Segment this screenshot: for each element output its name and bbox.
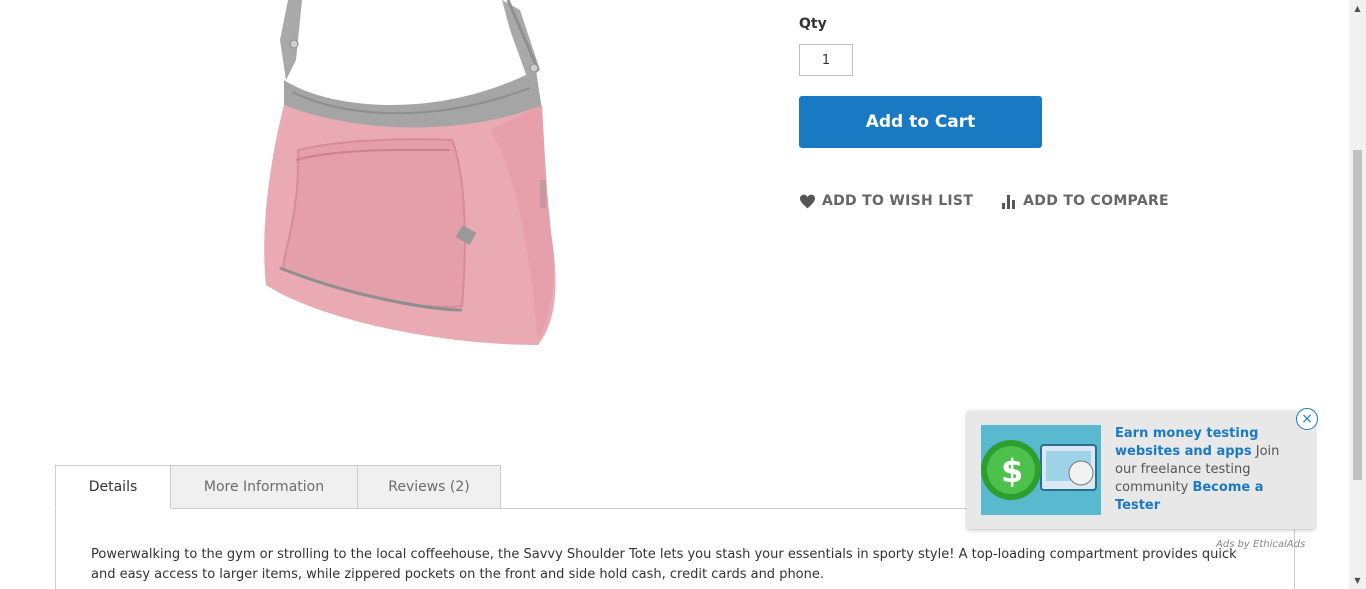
tab-more-information[interactable]: More Information xyxy=(170,465,358,509)
tab-reviews[interactable]: Reviews (2) xyxy=(357,465,501,509)
qty-label: Qty xyxy=(799,16,827,32)
svg-text:$: $ xyxy=(1001,452,1023,490)
scroll-up-arrow-icon[interactable]: ▲ xyxy=(1349,0,1366,17)
ad-text: Earn money testing websites and apps Joi… xyxy=(1115,425,1300,515)
ad-attribution-link[interactable]: Ads by EthicalAds xyxy=(1216,539,1305,550)
ad-headline-link[interactable]: Earn money testing websites and apps xyxy=(1115,426,1258,459)
compare-label: Add to Compare xyxy=(1023,193,1169,209)
scroll-thumb[interactable] xyxy=(1353,150,1362,480)
product-description: Powerwalking to the gym or strolling to … xyxy=(91,547,1237,582)
add-to-compare-link[interactable]: Add to Compare xyxy=(1001,193,1169,209)
vertical-scrollbar[interactable]: ▲ ▼ xyxy=(1349,0,1366,589)
ethical-ad: × $ Earn money testing websites and apps… xyxy=(967,408,1318,529)
product-page: Qty Add to Cart Add to Wish List Add to … xyxy=(0,0,1366,589)
tab-details[interactable]: Details xyxy=(55,465,171,509)
bar-chart-icon xyxy=(1001,194,1017,209)
heart-icon xyxy=(799,194,816,209)
qty-input[interactable] xyxy=(799,44,853,76)
wishlist-label: Add to Wish List xyxy=(822,193,974,209)
ad-image[interactable]: $ xyxy=(981,425,1101,515)
product-image xyxy=(240,0,580,360)
product-info-tabs: Details More Information Reviews (2) xyxy=(55,465,501,509)
product-actions: Add to Wish List Add to Compare xyxy=(799,193,1169,209)
add-to-cart-button[interactable]: Add to Cart xyxy=(799,96,1042,148)
scroll-down-arrow-icon[interactable]: ▼ xyxy=(1349,572,1366,589)
tote-bag-illustration xyxy=(264,0,556,345)
add-to-wishlist-link[interactable]: Add to Wish List xyxy=(799,193,973,209)
